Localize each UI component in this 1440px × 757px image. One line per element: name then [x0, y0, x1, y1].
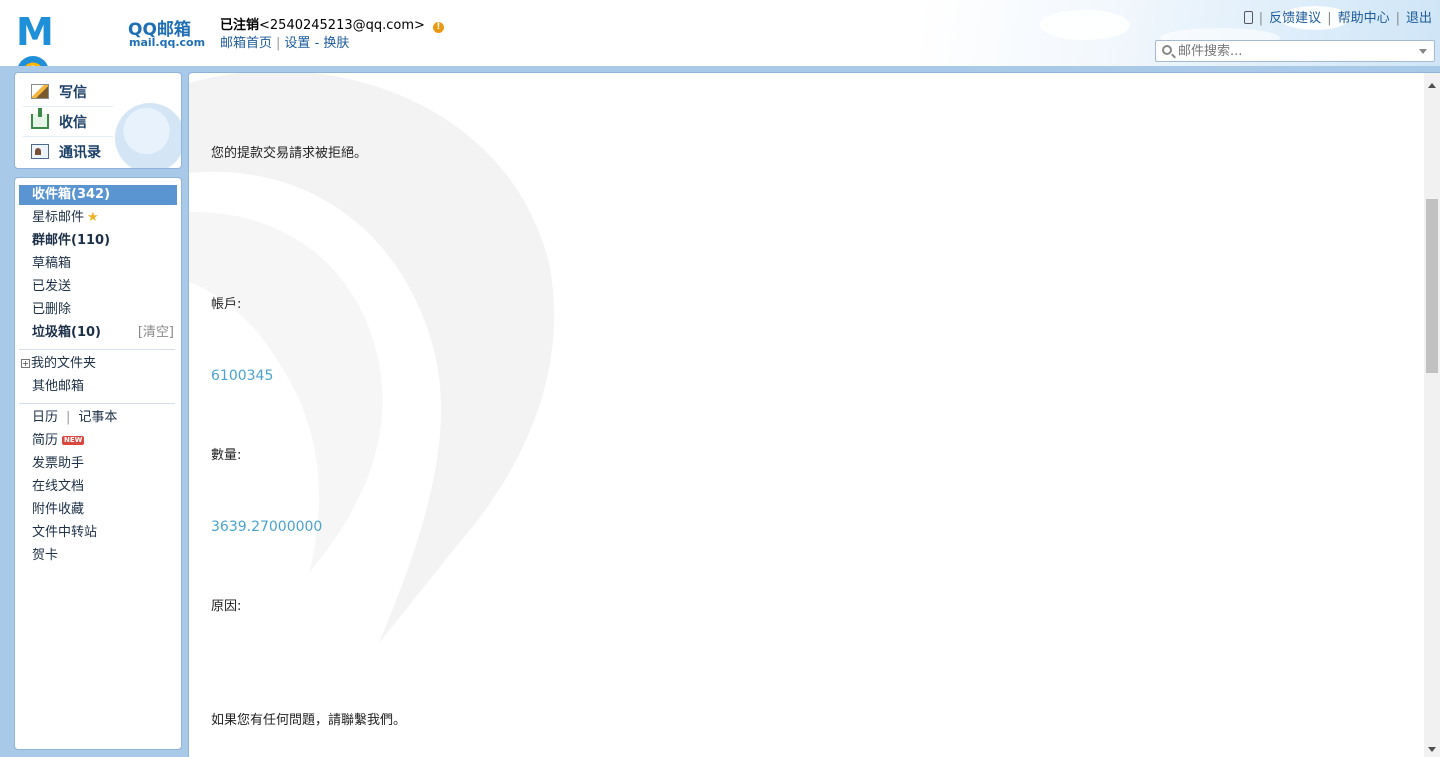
- write-mail-label: 写信: [59, 85, 87, 101]
- folder-deleted[interactable]: 已删除: [32, 300, 71, 320]
- help-link[interactable]: 帮助中心: [1338, 11, 1390, 26]
- penguin-decoration: [115, 103, 181, 168]
- email-amount-value[interactable]: 3639.27000000: [211, 519, 322, 535]
- contact-card-icon: [31, 144, 49, 159]
- account-email: <2540245213@qq.com>: [259, 18, 425, 33]
- folder-spam[interactable]: 垃圾箱(10): [32, 323, 101, 343]
- pencil-icon: [31, 84, 49, 99]
- email-line-rejected: 您的提款交易請求被拒絕。: [211, 146, 368, 161]
- warning-icon[interactable]: !: [432, 22, 444, 33]
- invoice-assistant-link[interactable]: 发票助手: [32, 454, 84, 474]
- star-icon: ★: [87, 210, 99, 225]
- email-account-label: 帳戶:: [211, 297, 242, 312]
- vertical-scrollbar[interactable]: [1424, 73, 1440, 757]
- search-icon: [1162, 45, 1172, 55]
- contacts-button[interactable]: 通讯录: [31, 142, 101, 162]
- expand-plus-icon[interactable]: +: [21, 359, 30, 368]
- calendar-notebook-row: 日历 | 记事本: [32, 410, 118, 425]
- folder-inbox[interactable]: 收件箱(342): [19, 185, 177, 205]
- folder-drafts[interactable]: 草稿箱: [32, 254, 71, 274]
- spam-clear-link[interactable]: [清空]: [138, 323, 174, 343]
- file-transfer-link[interactable]: 文件中转站: [32, 523, 97, 543]
- folder-starred-label: 星标邮件: [32, 210, 85, 225]
- top-header: Mil QQ邮箱 mail.qq.com 已注销<2540245213@qq.c…: [0, 0, 1440, 132]
- top-right-links: | 反馈建议 | 帮助中心 | 退出: [1243, 7, 1432, 26]
- mail-search-box[interactable]: [1155, 40, 1435, 62]
- header-subnav: 邮箱首页 | 设置 - 换肤: [220, 36, 350, 51]
- scroll-up-icon[interactable]: [1428, 83, 1436, 88]
- scroll-thumb[interactable]: [1426, 199, 1438, 373]
- skin-link[interactable]: 换肤: [323, 36, 349, 51]
- calendar-link[interactable]: 日历: [32, 410, 58, 425]
- email-amount-label: 數量:: [211, 448, 242, 463]
- receive-mail-label: 收信: [59, 115, 87, 131]
- my-folders-label: 我的文件夹: [31, 356, 97, 371]
- scroll-down-icon[interactable]: [1428, 747, 1436, 752]
- chevron-down-icon[interactable]: [1419, 49, 1427, 54]
- email-closing-line: 如果您有任何問題，請聯繫我們。: [211, 713, 407, 728]
- settings-link[interactable]: 设置: [284, 36, 310, 51]
- mobile-phone-icon[interactable]: [1243, 11, 1253, 24]
- write-mail-button[interactable]: 写信: [31, 82, 87, 102]
- greeting-cards-link[interactable]: 贺卡: [32, 546, 58, 566]
- online-docs-link[interactable]: 在线文档: [32, 477, 84, 497]
- receive-mail-button[interactable]: 收信: [31, 108, 87, 132]
- logo-domain: mail.qq.com: [129, 36, 206, 49]
- attachment-favorites-link[interactable]: 附件收藏: [32, 500, 84, 520]
- resume-link[interactable]: 简历 NEW: [32, 431, 85, 451]
- contacts-label: 通讯录: [59, 145, 101, 161]
- logout-link[interactable]: 退出: [1406, 11, 1432, 26]
- new-badge: NEW: [62, 436, 85, 445]
- email-account-value[interactable]: 6100345: [211, 368, 273, 384]
- account-name: 已注销: [220, 18, 260, 33]
- other-mailbox-link[interactable]: 其他邮箱: [32, 377, 84, 397]
- resume-label: 简历: [32, 433, 59, 448]
- my-folders-toggle[interactable]: + 我的文件夹: [21, 354, 96, 374]
- folder-group-mail[interactable]: 群邮件(110): [32, 231, 110, 251]
- compose-panel: 写信 收信 通讯录: [14, 72, 182, 169]
- mail-search-input[interactable]: [1178, 43, 1408, 59]
- feedback-link[interactable]: 反馈建议: [1269, 11, 1321, 26]
- folder-sidebar: 收件箱(342) 星标邮件 ★ 群邮件(110) 草稿箱 已发送 已删除 垃圾箱(…: [14, 177, 182, 750]
- email-reason-label: 原因:: [211, 599, 242, 614]
- inbox-download-icon: [31, 108, 49, 129]
- subnav-dash: -: [314, 36, 320, 51]
- mailbox-home-link[interactable]: 邮箱首页: [220, 36, 272, 51]
- account-info: 已注销<2540245213@qq.com>!: [220, 14, 444, 33]
- folder-sent[interactable]: 已发送: [32, 277, 71, 297]
- mail-reading-pane: 您的提款交易請求被拒絕。 帳戶: 6100345 數量: 3639.270000…: [188, 72, 1440, 757]
- folder-starred[interactable]: 星标邮件 ★: [32, 208, 99, 228]
- notebook-link[interactable]: 记事本: [78, 410, 117, 425]
